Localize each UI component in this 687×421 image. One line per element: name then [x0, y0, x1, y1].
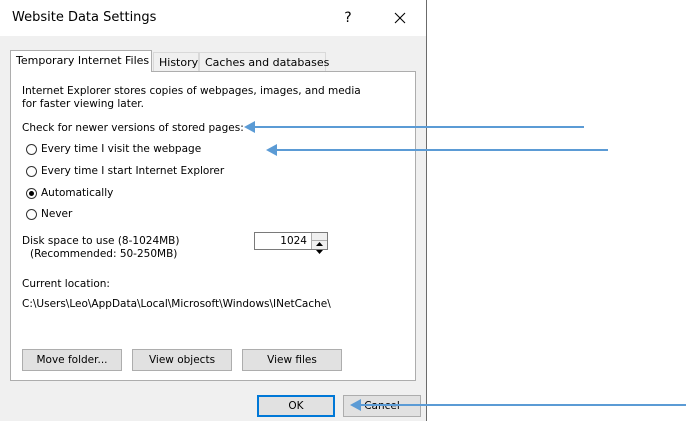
arrow-to-cancel-button	[350, 399, 686, 411]
tab-temporary-internet-files[interactable]: Temporary Internet Files	[10, 50, 152, 72]
arrow-to-check-heading	[244, 121, 584, 133]
arrow-to-every-visit-option	[266, 144, 608, 156]
